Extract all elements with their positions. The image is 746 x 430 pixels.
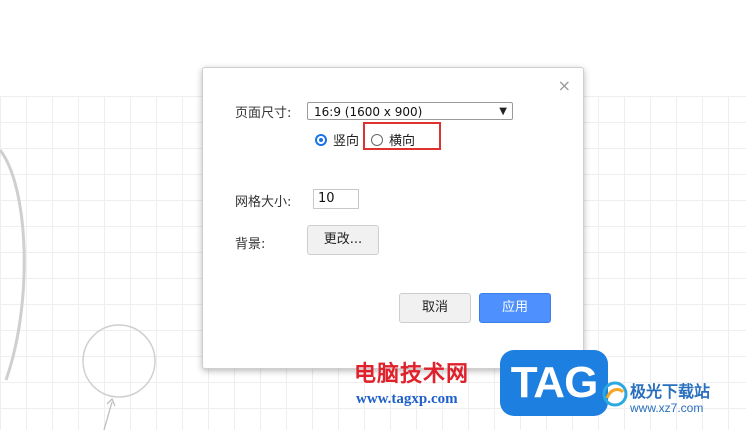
watermark-url: www.tagxp.com bbox=[356, 391, 458, 407]
radio-selected-icon bbox=[315, 133, 327, 146]
page-size-select[interactable]: 16:9 (1600 x 900) ▼ bbox=[307, 102, 513, 120]
canvas-circle-shape bbox=[82, 324, 156, 398]
watermark-site-url: www.xz7.com bbox=[630, 401, 704, 415]
page-setup-dialog: × 页面尺寸: 16:9 (1600 x 900) ▼ 竖向 横向 网格大小: … bbox=[202, 67, 584, 369]
page-size-value: 16:9 (1600 x 900) bbox=[314, 105, 423, 119]
background-label: 背景: bbox=[235, 237, 266, 252]
canvas-ellipse-shape bbox=[0, 149, 26, 381]
watermark-title: 电脑技术网 bbox=[354, 362, 470, 387]
close-icon[interactable]: × bbox=[558, 76, 571, 95]
watermark-logo: TAG bbox=[500, 350, 608, 416]
aurora-logo-icon bbox=[602, 381, 628, 407]
landscape-highlight-box bbox=[363, 122, 441, 150]
watermark-site-name: 极光下载站 bbox=[630, 382, 711, 401]
page-size-label: 页面尺寸: bbox=[235, 106, 292, 121]
portrait-radio[interactable]: 竖向 bbox=[315, 130, 359, 149]
cancel-button[interactable]: 取消 bbox=[399, 293, 471, 323]
grid-size-input[interactable]: 10 bbox=[313, 189, 359, 209]
apply-button[interactable]: 应用 bbox=[479, 293, 551, 323]
change-background-button[interactable]: 更改... bbox=[307, 225, 379, 255]
canvas-arrow-line bbox=[103, 401, 113, 430]
chevron-down-icon: ▼ bbox=[499, 106, 507, 117]
portrait-label: 竖向 bbox=[333, 134, 360, 149]
grid-size-label: 网格大小: bbox=[235, 195, 292, 210]
